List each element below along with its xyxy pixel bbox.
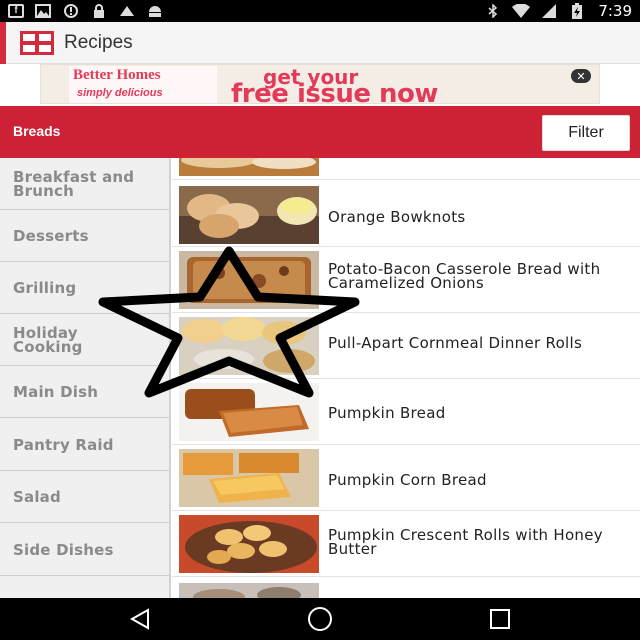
- sidebar-item-pantry-raid[interactable]: Pantry Raid: [0, 419, 169, 471]
- sidebar-item-label: Side Dishes: [13, 540, 114, 559]
- app-title: Recipes: [64, 32, 133, 53]
- wifi-icon: [512, 4, 531, 18]
- navigation-bar: [0, 598, 640, 640]
- bowknots-photo: [179, 186, 319, 244]
- drawer-edge[interactable]: [0, 22, 6, 64]
- star-outline-icon[interactable]: [93, 245, 365, 400]
- tapas-icon: [118, 4, 136, 18]
- recipe-title: Pull-Apart Cornmeal Dinner Rolls: [328, 334, 583, 352]
- blocked-icon: [62, 4, 80, 18]
- ad-magazine-subtitle: simply delicious: [77, 87, 163, 99]
- recipe-title: Orange Bowknots: [328, 208, 466, 226]
- recipe-title: Pumpkin Corn Bread: [328, 471, 487, 489]
- ad-banner[interactable]: Better Homes simply delicious get your f…: [40, 64, 600, 104]
- sidebar-item-label: Salad: [13, 487, 61, 506]
- sidebar-item-label: Desserts: [13, 226, 89, 245]
- recipe-row[interactable]: Orange Bowknots: [172, 182, 640, 247]
- sidebar-item-label: Breakfast and Brunch: [13, 167, 135, 200]
- sidebar-item-label: Pantry Raid: [13, 435, 114, 454]
- recents-icon[interactable]: [470, 604, 530, 634]
- ad-magazine-cover: Better Homes simply delicious: [69, 66, 217, 103]
- pumpkin-corn-bread-photo: [179, 449, 319, 507]
- crescent-rolls-photo: [179, 515, 319, 573]
- ad-close-icon[interactable]: ✕: [571, 69, 591, 83]
- sidebar-item-salad[interactable]: Salad: [0, 471, 169, 523]
- system-icons: 7:39: [484, 2, 632, 20]
- recipe-row[interactable]: [172, 158, 640, 180]
- sidebar-item-side-dishes[interactable]: Side Dishes: [0, 524, 169, 576]
- sidebar-item-label: Grilling: [13, 278, 77, 297]
- recipe-row[interactable]: Pumpkin Corn Bread: [172, 445, 640, 511]
- ad-headline-main: free issue now: [231, 79, 438, 104]
- bluetooth-icon: [484, 4, 502, 18]
- recipe-title: Potato-Bacon Casserole Bread with Carame…: [328, 260, 601, 292]
- back-icon[interactable]: [110, 604, 170, 634]
- bhg-logo-icon[interactable]: [20, 31, 54, 55]
- sidebar-item-label: Main Dish: [13, 382, 99, 401]
- recipe-title: Pumpkin Bread: [328, 404, 446, 422]
- signal-icon: [540, 4, 558, 18]
- status-bar: f 7:39: [0, 0, 640, 22]
- ad-magazine-title: Better Homes: [73, 67, 161, 83]
- battery-charging-icon: [568, 3, 586, 19]
- category-header: Breads Filter: [0, 106, 640, 158]
- facebook-icon: f: [8, 4, 24, 18]
- app-bar: Recipes: [0, 22, 640, 64]
- filter-button[interactable]: Filter: [542, 115, 630, 151]
- next-recipe-photo: [179, 583, 319, 598]
- notification-icons: f: [8, 4, 164, 18]
- recipe-title: Pumpkin Crescent Rolls with Honey Butter: [328, 526, 603, 558]
- gallery-icon: [34, 4, 52, 18]
- recipe-row[interactable]: [172, 577, 640, 598]
- sidebar-item-label: Holiday Cooking: [13, 323, 83, 356]
- home-icon[interactable]: [290, 604, 350, 634]
- category-title: Breads: [13, 123, 61, 139]
- lock-icon: [90, 4, 108, 18]
- bread-loaf-photo: [179, 158, 319, 176]
- android-icon: [146, 4, 164, 18]
- status-time: 7:39: [598, 2, 632, 20]
- sidebar-item-breakfast[interactable]: Breakfast and Brunch: [0, 158, 169, 210]
- recipe-row[interactable]: Pumpkin Crescent Rolls with Honey Butter: [172, 511, 640, 577]
